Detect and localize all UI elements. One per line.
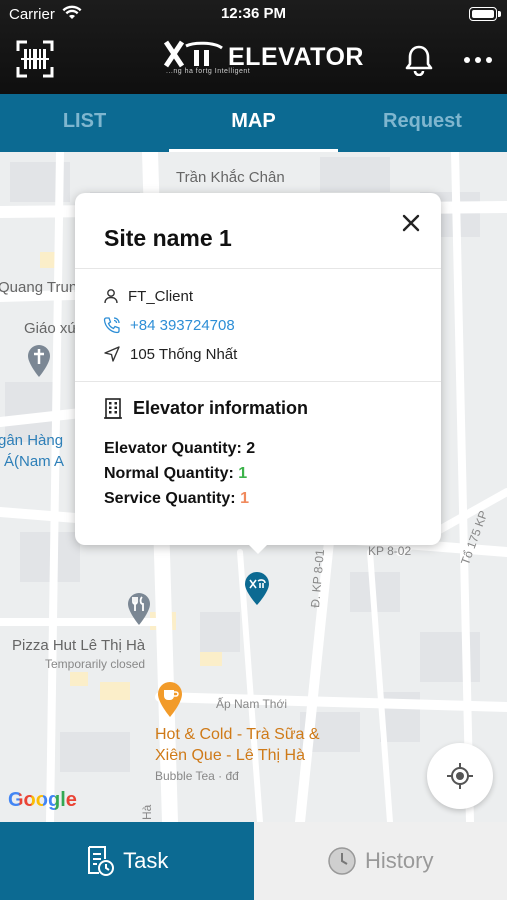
divider [75,381,441,382]
map-label-street: Ấp Nam Thới [216,697,288,711]
qr-scan-icon[interactable] [16,40,54,78]
bottom-tab-history-label: History [365,848,434,873]
elevator-info-title: Elevator information [133,397,309,418]
service-quantity-label: Service Quantity: [104,490,236,507]
bottom-tab-task[interactable]: Task [0,822,254,900]
phone-link[interactable]: +84 393724708 [130,317,235,334]
address-row: 105 Thống Nhất [103,344,237,364]
task-icon [88,846,115,876]
my-location-button[interactable] [427,743,493,809]
site-name: Site name 1 [104,225,232,251]
tab-list[interactable]: LIST [0,94,169,152]
bottom-tab-history[interactable]: History [253,822,507,900]
map-label-bank: gân Hàng [0,432,64,449]
elevator-quantity-label: Elevator Quantity: [104,440,242,457]
map-label-street: Trần Khắc Chân [176,169,285,186]
service-quantity-row: Service Quantity: 1 [104,490,249,508]
map-label-bank: Á(Nam A [4,453,65,470]
view-tabs: LIST MAP Request [0,94,507,152]
app-header: Carrier 12:36 PM ELEVATOR ...ng ha fortg… [0,0,507,94]
navigation-icon [104,346,120,362]
crosshair-icon [447,763,473,789]
tab-request[interactable]: Request [338,94,507,152]
map-label-poi: Pizza Hut Lê Thị Hà [12,637,146,654]
google-logo-text: Google [8,789,77,811]
elevator-quantity-value: 2 [246,440,256,457]
person-icon [104,289,118,304]
logo-tagline: ...ng ha fortg Intelligent [166,68,251,75]
building-icon [104,398,122,419]
popup-arrow [247,543,269,554]
elevator-quantity-row: Elevator Quantity: 2 [104,440,255,458]
cafe-pin-icon[interactable] [157,682,183,718]
google-logo: Google [8,789,77,812]
map-label-poi: Xiên Que - Lê Thị Hà [155,747,306,764]
clock-icon [328,847,356,875]
bottom-tab-task-label: Task [123,848,169,873]
map-label-status: Temporarily closed [45,657,146,671]
bottom-navigation: Task History [0,822,507,900]
church-pin-icon[interactable] [26,344,52,378]
map-label-poi: Hot & Cold - Trà Sữa & [155,726,320,743]
map-label-street: KP 8-02 [368,544,412,558]
map-label-category: Bubble Tea · đđ [155,769,239,783]
status-bar: Carrier 12:36 PM [0,0,507,28]
battery-icon [469,7,501,21]
site-info-popup: Site name 1 FT_Client +84 393724708 105 … [75,193,441,545]
normal-quantity-row: Normal Quantity: 1 [104,465,247,483]
divider [75,268,441,269]
tab-map[interactable]: MAP [169,94,338,152]
restaurant-pin-icon[interactable] [126,592,152,626]
client-name: FT_Client [128,287,194,305]
phone-icon [103,317,120,334]
more-options-icon[interactable] [462,52,494,68]
map-label-street: Quang Trung [0,279,86,296]
site-address: 105 Thống Nhất [130,345,238,363]
logo-mark-icon [164,40,223,68]
status-time: 12:36 PM [220,5,287,22]
service-quantity-value: 1 [240,490,249,507]
elevator-info-header: Elevator information [103,397,308,419]
map-label-street: Hà [140,804,154,820]
notification-bell-icon[interactable] [404,44,434,76]
app-logo: ELEVATOR ...ng ha fortg Intelligent [160,38,363,78]
site-marker-icon[interactable] [244,572,270,606]
phone-row[interactable]: +84 393724708 [103,315,235,335]
map-label-poi: Giáo xứ [24,320,78,337]
close-icon[interactable] [397,209,425,237]
normal-quantity-label: Normal Quantity: [104,465,234,482]
normal-quantity-value: 1 [238,465,248,482]
client-row: FT_Client [103,286,193,306]
